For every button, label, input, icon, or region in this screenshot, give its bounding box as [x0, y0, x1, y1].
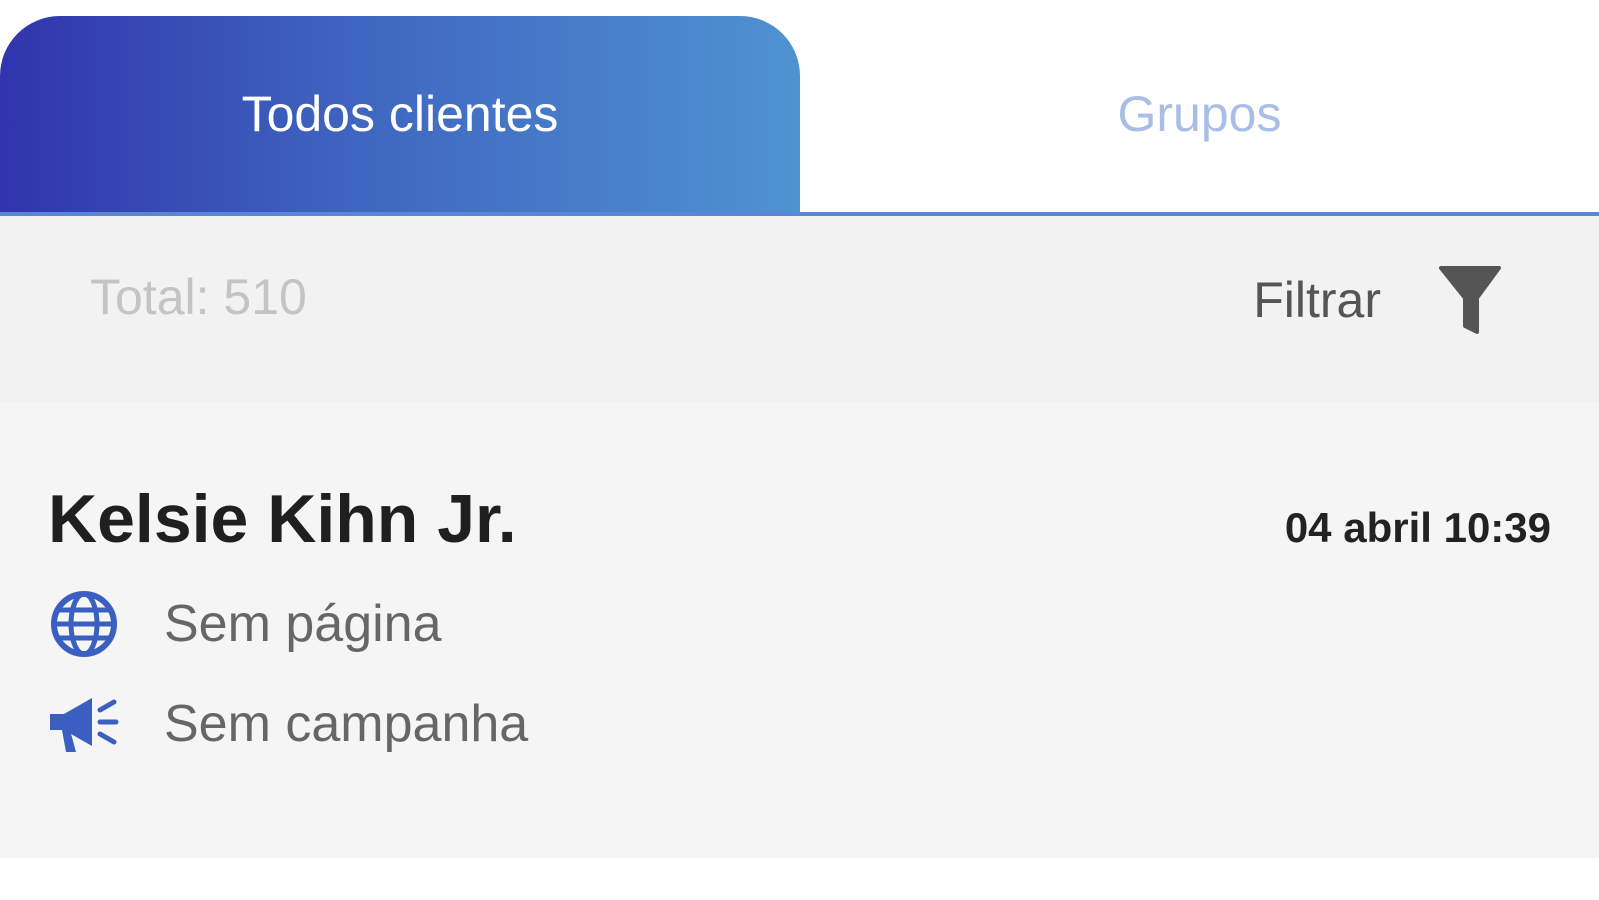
tab-todos-clientes[interactable]: Todos clientes — [0, 16, 800, 212]
list-toolbar: Total: 510 Filtrar — [0, 216, 1599, 402]
megaphone-icon — [48, 688, 120, 760]
filter-label: Filtrar — [1253, 272, 1381, 328]
list-bottom-space — [0, 858, 1599, 900]
client-campaign-text: Sem campanha — [164, 695, 529, 753]
client-campaign-row: Sem campanha — [48, 688, 528, 760]
tab-todos-clientes-label: Todos clientes — [241, 86, 559, 142]
total-count: Total: 510 — [90, 269, 307, 325]
tab-grupos[interactable]: Grupos — [800, 16, 1599, 212]
client-page-text: Sem página — [164, 595, 442, 653]
client-page-row: Sem página — [48, 588, 442, 660]
filter-button[interactable]: Filtrar — [1253, 264, 1503, 336]
tab-bar: Todos clientes Grupos — [0, 0, 1599, 216]
client-card[interactable]: Kelsie Kihn Jr. 04 abril 10:39 Sem págin… — [0, 402, 1599, 858]
client-date: 04 abril 10:39 — [1284, 504, 1551, 551]
filter-icon — [1437, 264, 1503, 336]
tab-grupos-label: Grupos — [1117, 86, 1282, 142]
globe-icon — [48, 588, 120, 660]
client-name: Kelsie Kihn Jr. — [48, 481, 517, 557]
